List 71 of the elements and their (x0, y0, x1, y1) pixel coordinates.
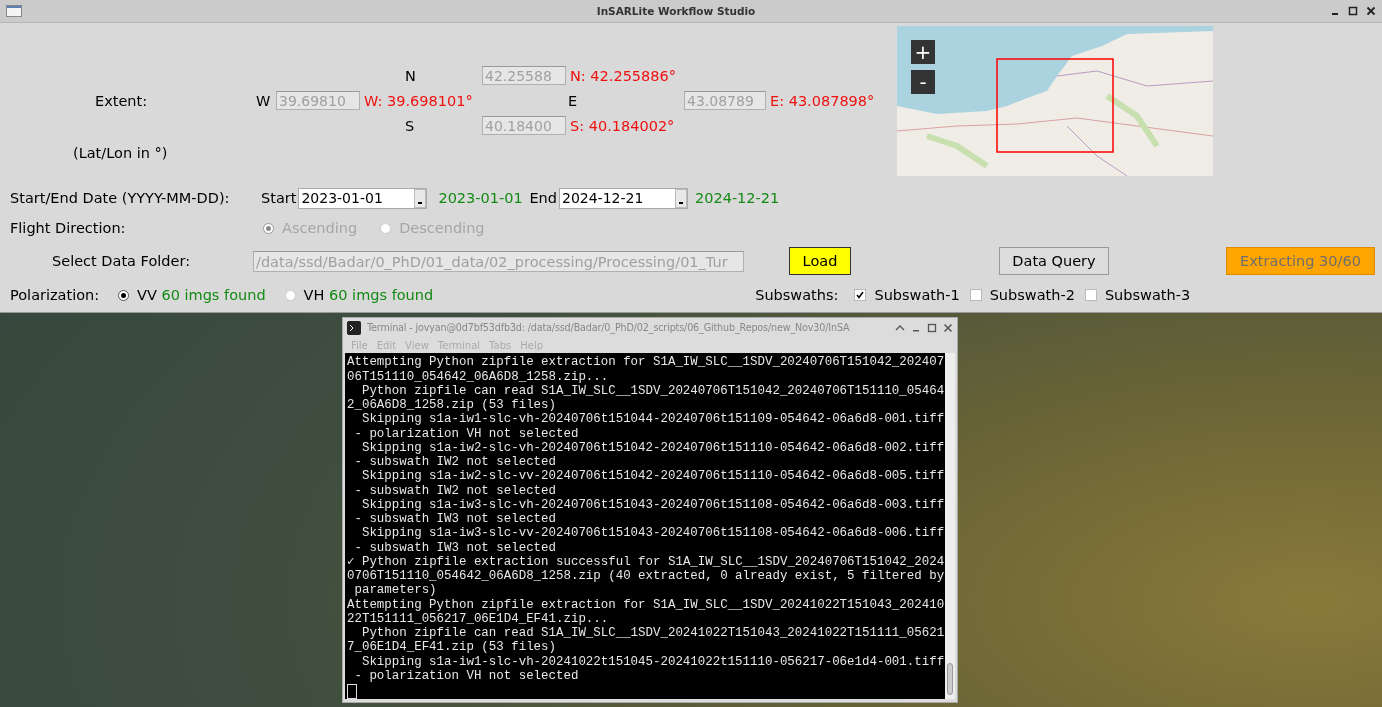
south-field[interactable]: 40.18400 (482, 116, 566, 135)
dropdown-caret-icon[interactable] (414, 188, 427, 208)
date-range-label: Start/End Date (YYYY-MM-DD): (9, 190, 231, 206)
load-button[interactable]: Load (789, 247, 851, 275)
terminal-line: Attempting Python zipfile extraction for S1A_IW_SLC__1SDV_20241022T151043_202410 (347, 597, 945, 612)
start-label: Start (261, 190, 297, 206)
east-field[interactable]: 43.08789 (684, 91, 766, 110)
terminal-line: - subswath IW3 not selected (353, 540, 557, 555)
terminal-line: Skipping s1a-iw1-slc-vh-20240706t151044-20240706t151109-054642-06a6d8-001.tiff (360, 412, 945, 427)
terminal-line: Python zipfile can read S1A_IW_SLC__1SDV_20241022T151043_20241022T151111_05621 (360, 626, 945, 641)
terminal-line: Skipping s1a-iw1-slc-vh-20241022t151045-20241022t151110-056217-06e1d4-001.tiff (360, 654, 945, 669)
radio-option[interactable]: VV 60 imgs found (118, 287, 266, 303)
terminal-line: 0706T151110_054642_06A6D8_1258.zip (40 extracted, 0 already exist, 5 filtered by (347, 569, 945, 584)
terminal-line: - polarization VH not selected (353, 668, 580, 683)
checkbox-option[interactable]: Subswath-3 (1084, 287, 1191, 303)
terminal-line: 06T151110_054642_06A6D8_1258.zip... (347, 369, 610, 384)
terminal-line: Attempting Python zipfile extraction for S1A_IW_SLC__1SDV_20240706T151042_202407 (347, 355, 945, 370)
start-date-echo: 2023-01-01 (438, 190, 524, 206)
data-query-button[interactable]: Data Query (999, 247, 1109, 275)
checkbox-option[interactable]: Subswath-1 (854, 287, 960, 303)
north-label: N (405, 67, 417, 84)
map-placeholder[interactable]: + - (897, 26, 1213, 176)
start-date-dropdown[interactable]: 2023-01-01 (298, 187, 428, 209)
west-label: W (256, 92, 272, 109)
window-icon (6, 5, 22, 17)
flight-direction-label: Flight Direction: (9, 220, 127, 236)
terminal-line: - subswath IW2 not selected (353, 455, 557, 470)
end-date-echo: 2024-12-21 (695, 190, 780, 206)
terminal-line: parameters) (353, 583, 438, 598)
terminal-line: 22T151111_056217_06E1D4_EF41.zip... (347, 611, 610, 626)
north-field[interactable]: 42.25588 (482, 66, 566, 85)
terminal-line: Skipping s1a-iw2-slc-vv-20240706t151042-20240706t151110-054642-06a6d8-005.tiff (360, 469, 945, 484)
dropdown-caret-icon[interactable] (675, 188, 687, 208)
checkmark-icon (856, 291, 865, 299)
terminal-line: - subswath IW2 not selected (353, 483, 557, 498)
subswaths-label: Subswaths: (755, 287, 839, 303)
terminal-line: - polarization VH not selected (353, 426, 580, 441)
units-note: (Lat/Lon in °) (72, 145, 169, 161)
terminal-line: Skipping s1a-iw3-slc-vh-20240706t151043-20240706t151108-054642-06a6d8-003.tiff (360, 497, 945, 512)
north-readout: N: 42.255886° (569, 67, 677, 84)
terminal-line: Python zipfile can read S1A_IW_SLC__1SDV_20240706T151042_20240706T151110_05464 (360, 383, 945, 398)
end-label: End (529, 190, 557, 206)
extent-label: Extent: (94, 92, 149, 109)
terminal-icon (347, 320, 361, 335)
terminal-line: 2_06A6D8_1258.zip (53 files) (347, 398, 557, 413)
east-label: E (567, 92, 579, 109)
maximize-icon[interactable] (1348, 6, 1358, 16)
scrollbar[interactable] (945, 353, 955, 699)
terminal-line: - subswath IW3 not selected (353, 512, 557, 527)
east-readout: E: 43.087898° (769, 92, 876, 109)
radio-option[interactable]: VH 60 imgs found (284, 287, 434, 303)
window-title: InSARLite Workflow Studio (595, 5, 757, 17)
zoom-out-button[interactable]: - (911, 70, 935, 94)
terminal-line: 7_06E1D4_EF41.zip (53 files) (347, 640, 557, 655)
close-icon[interactable] (943, 322, 953, 333)
maximize-icon[interactable] (927, 322, 937, 333)
checkbox-option[interactable]: Subswath-2 (969, 287, 1075, 303)
text-cursor (347, 684, 357, 699)
terminal-line: Skipping s1a-iw3-slc-vv-20240706t151043-20240706t151108-054642-06a6d8-006.tiff (360, 526, 945, 541)
south-readout: S: 40.184002° (569, 117, 676, 134)
polarization-label: Polarization: (9, 287, 101, 303)
south-label: S (405, 117, 416, 134)
end-date-dropdown[interactable]: 2024-12-21 (559, 187, 688, 209)
close-icon[interactable] (1366, 6, 1376, 16)
data-folder-label: Select Data Folder: (51, 253, 191, 269)
terminal-line: Skipping s1a-iw2-slc-vh-20240706t151042-20240706t151110-054642-06a6d8-002.tiff (360, 440, 945, 455)
terminal-title: Terminal - jovyan@0d7bf53dfb3d: /data/ssd/Badar/0_PhD/02_scripts/06_Github_Repos/new_Nov30/InSA (367, 322, 851, 334)
west-field[interactable]: 39.69810 (276, 91, 360, 110)
terminal-line: ✓ Python zipfile extraction successful for S1A_IW_SLC__1SDV_20240706T151042_2024 (347, 554, 945, 569)
zoom-in-button[interactable]: + (911, 40, 935, 64)
west-readout: W: 39.698101° (363, 92, 474, 109)
